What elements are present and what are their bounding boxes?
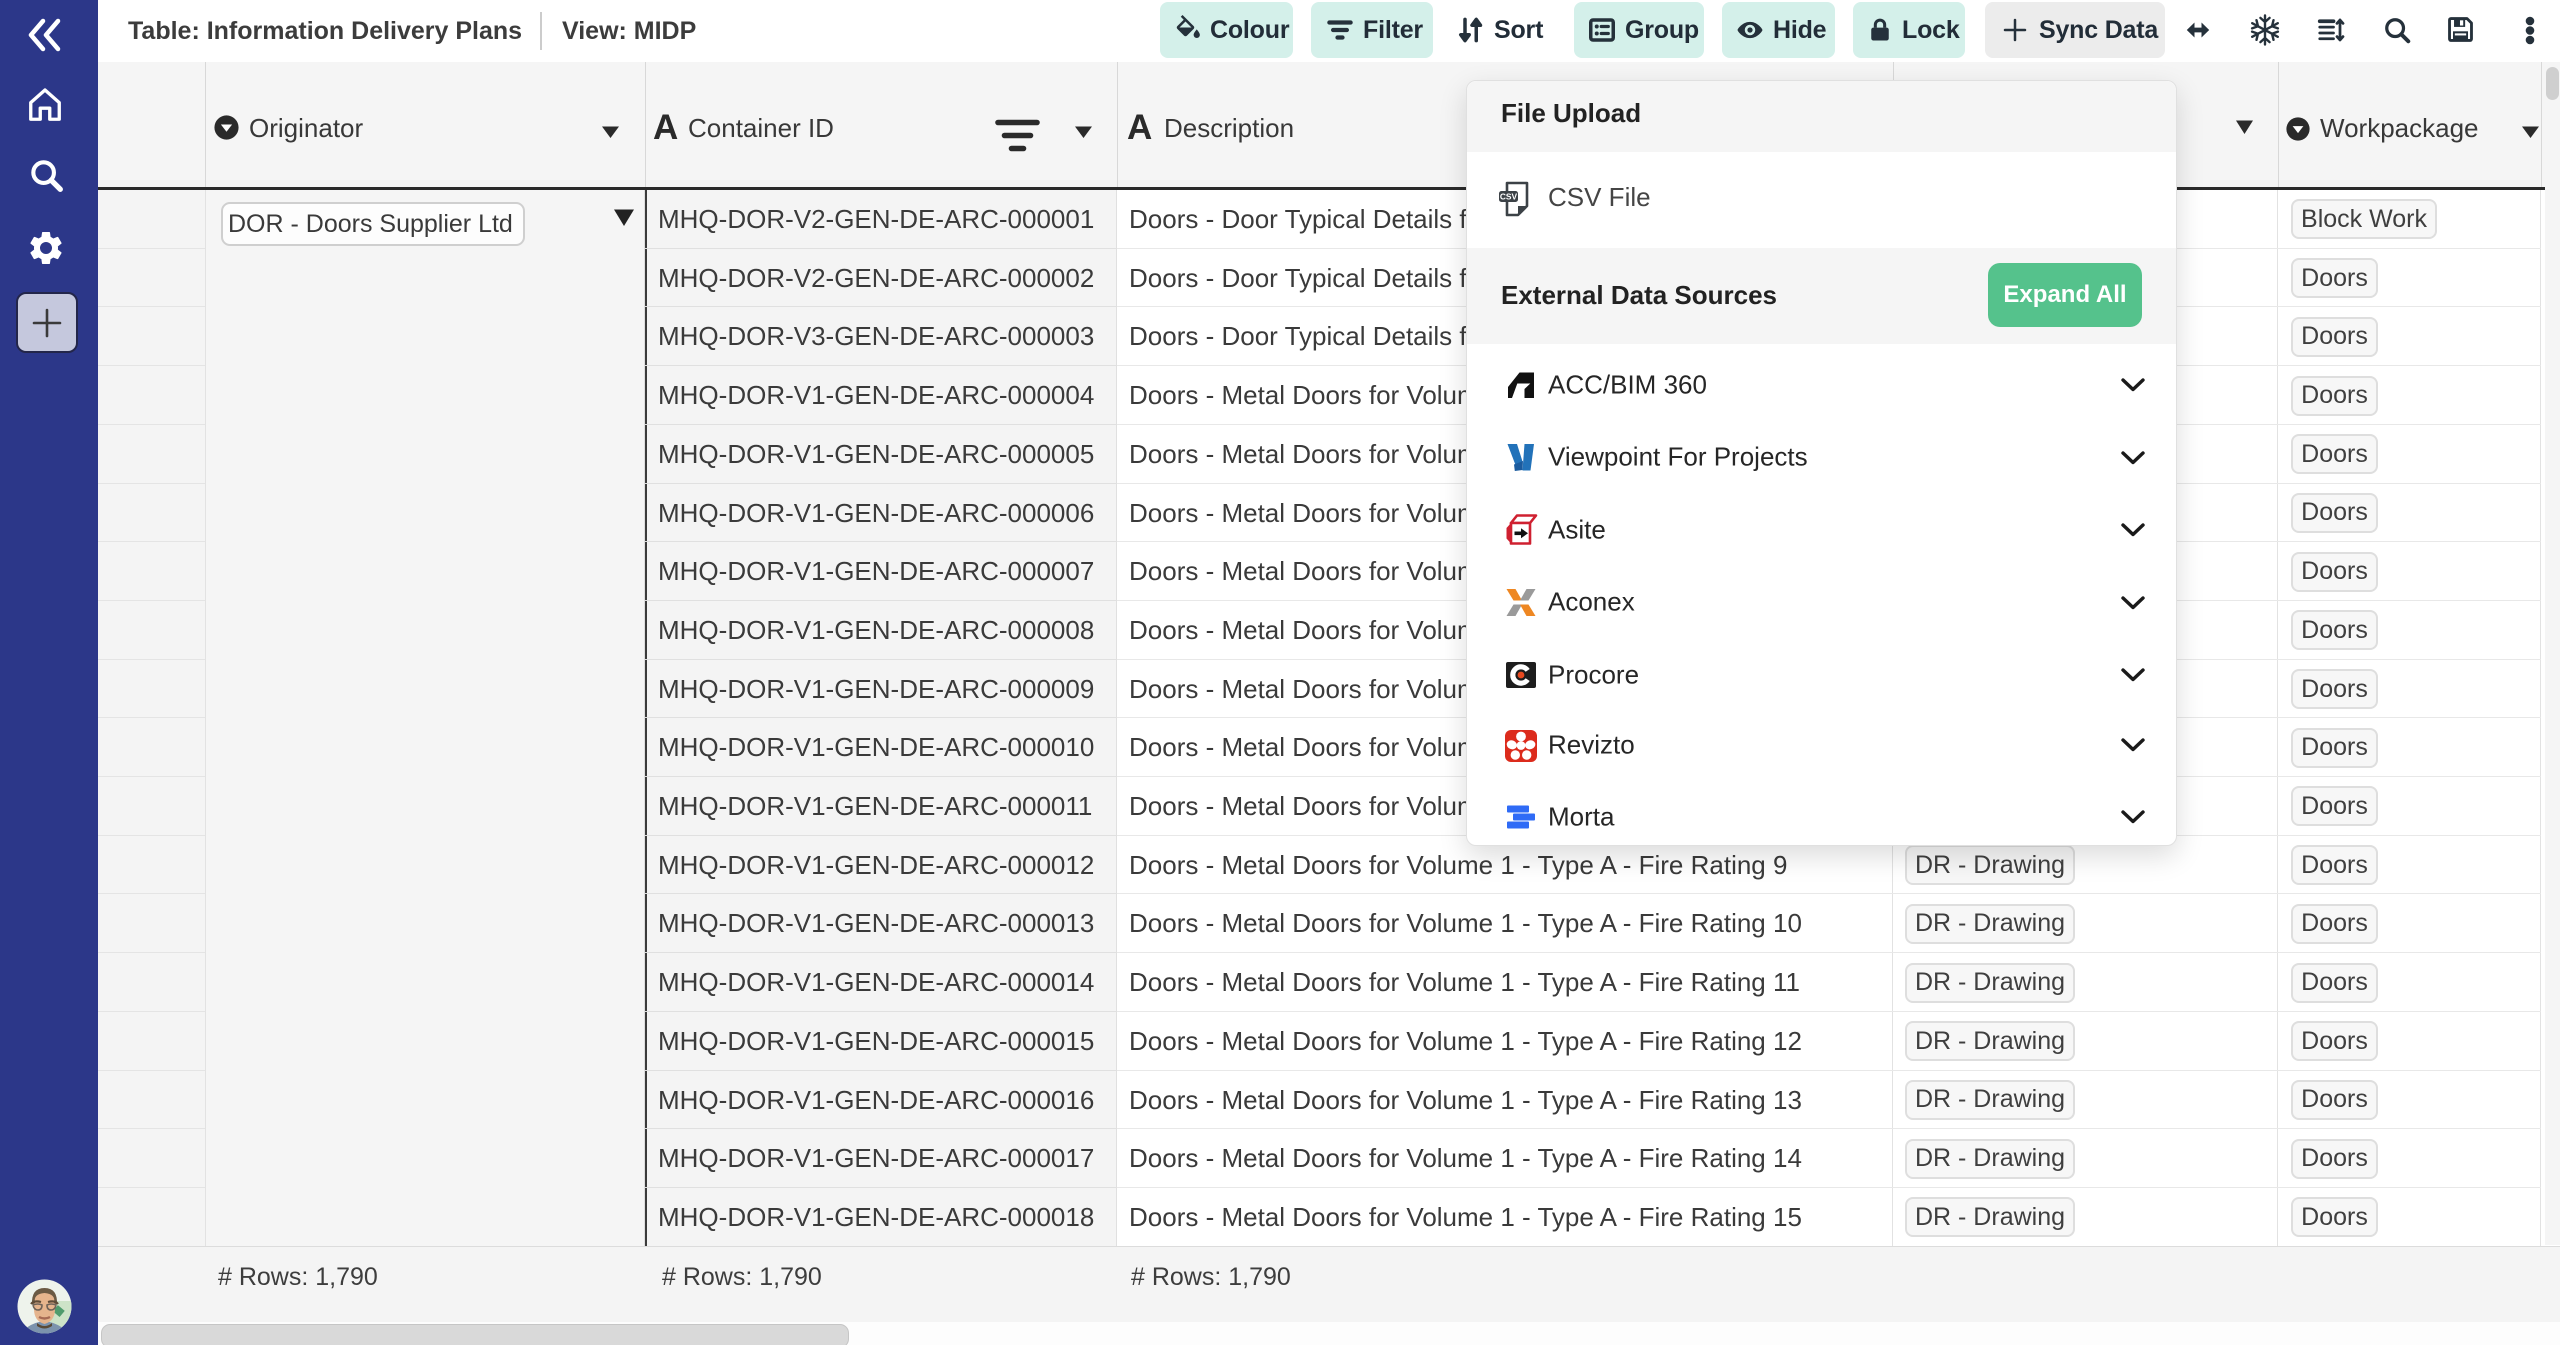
svg-text:CSV: CSV bbox=[1500, 192, 1518, 202]
